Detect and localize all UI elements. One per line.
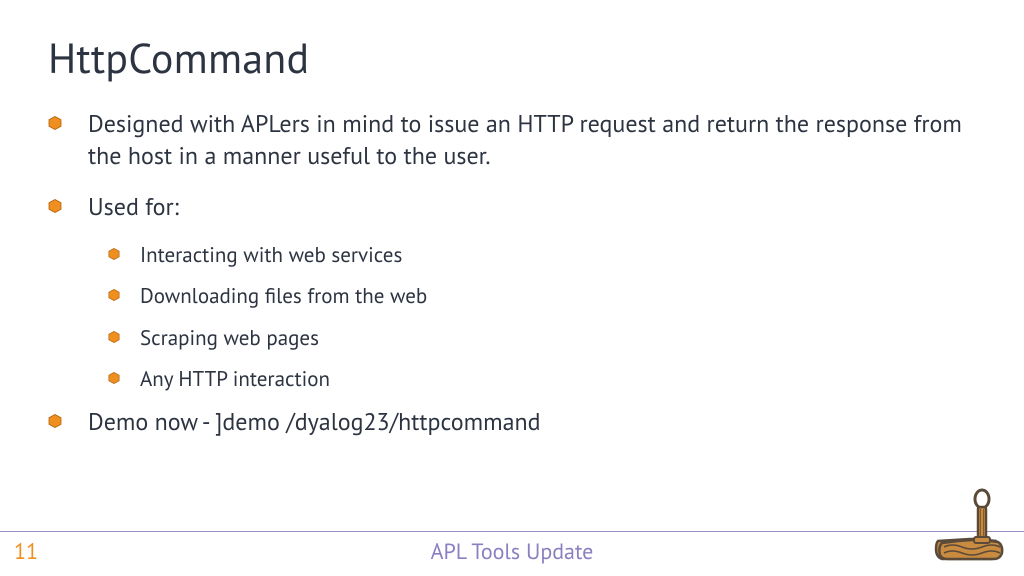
bullet-text: Designed with APLers in mind to issue an… [88,108,976,173]
sub-bullet-item: Any HTTP interaction [108,365,976,392]
sub-bullet-item: Downloading files from the web [108,282,976,309]
hexagon-icon [108,331,120,343]
hexagon-icon [48,199,62,213]
hexagon-icon [108,372,120,384]
slide: HttpCommand Designed with APLers in mind… [0,0,1024,576]
sub-bullet-list: Interacting with web services Downloadin… [108,241,976,392]
bullet-text: Used for: [88,191,179,223]
hexagon-icon [108,289,120,301]
sub-bullet-text: Downloading files from the web [140,282,427,309]
sub-bullet-text: Interacting with web services [140,241,402,268]
slide-title: HttpCommand [48,30,309,85]
slide-body: Designed with APLers in mind to issue an… [48,108,976,457]
footer-title: APL Tools Update [0,538,1024,566]
sub-bullet-text: Scraping web pages [140,324,319,351]
hexagon-icon [48,116,62,130]
footer-divider [0,531,1024,532]
sub-bullet-item: Interacting with web services [108,241,976,268]
bullet-item: Demo now - ]demo /dyalog23/httpcommand [48,406,976,438]
hammer-icon [928,487,1006,570]
hexagon-icon [48,414,62,428]
bullet-item: Designed with APLers in mind to issue an… [48,108,976,173]
hexagon-icon [108,248,120,260]
sub-bullet-text: Any HTTP interaction [140,365,330,392]
bullet-item: Used for: [48,191,976,223]
bullet-text: Demo now - ]demo /dyalog23/httpcommand [88,406,541,438]
sub-bullet-item: Scraping web pages [108,324,976,351]
